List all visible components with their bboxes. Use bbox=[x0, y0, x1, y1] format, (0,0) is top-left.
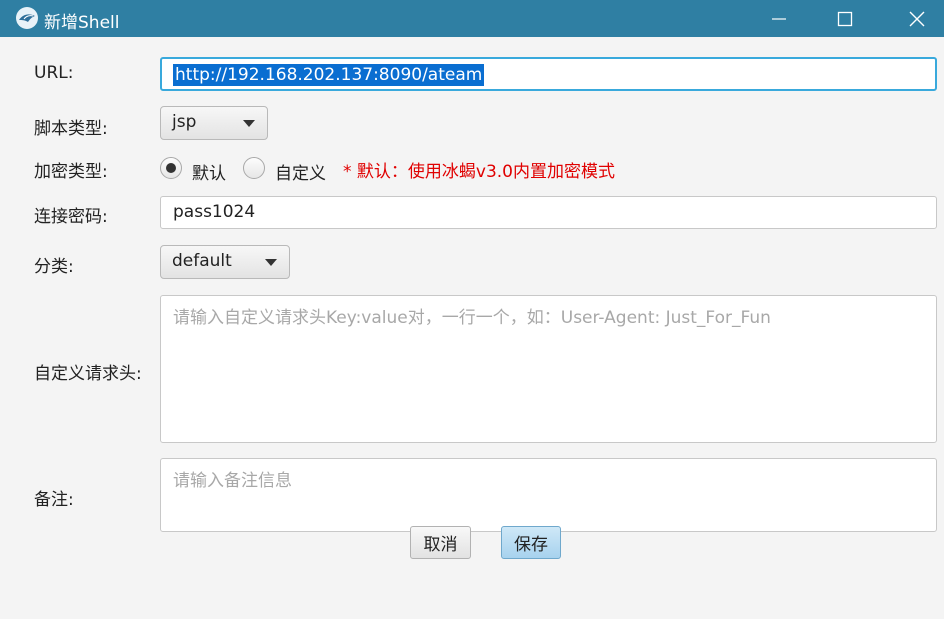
category-value: default bbox=[172, 251, 232, 271]
remark-textarea[interactable]: 请输入备注信息 bbox=[160, 458, 937, 532]
cancel-button[interactable]: 取消 bbox=[410, 526, 471, 559]
radio-default-label[interactable]: 默认 bbox=[192, 159, 226, 184]
password-input[interactable]: pass1024 bbox=[160, 196, 937, 229]
script-type-select[interactable]: jsp bbox=[160, 106, 268, 140]
close-button[interactable] bbox=[894, 0, 940, 37]
url-input[interactable]: http://192.168.202.137:8090/ateam bbox=[160, 57, 937, 91]
password-value: pass1024 bbox=[173, 202, 256, 222]
minimize-icon bbox=[772, 17, 786, 20]
category-label: 分类: bbox=[34, 257, 74, 277]
script-type-value: jsp bbox=[172, 112, 197, 132]
window-title: 新增Shell bbox=[44, 13, 120, 33]
minimize-button[interactable] bbox=[756, 0, 802, 37]
category-select[interactable]: default bbox=[160, 245, 290, 279]
chevron-down-icon bbox=[265, 259, 277, 266]
radio-default[interactable] bbox=[160, 157, 182, 179]
maximize-icon bbox=[837, 11, 853, 26]
url-label: URL: bbox=[34, 63, 74, 83]
title-bar: 新增Shell bbox=[0, 0, 944, 37]
remark-placeholder: 请输入备注信息 bbox=[173, 471, 292, 491]
encryption-note: * 默认：使用冰蝎v3.0内置加密模式 bbox=[343, 162, 615, 182]
encryption-type-label: 加密类型: bbox=[34, 162, 108, 182]
maximize-button[interactable] bbox=[822, 0, 868, 37]
dialog-content: URL: http://192.168.202.137:8090/ateam 脚… bbox=[0, 37, 944, 619]
script-type-label: 脚本类型: bbox=[34, 119, 108, 139]
remark-label: 备注: bbox=[34, 490, 74, 510]
app-logo-icon bbox=[16, 7, 38, 29]
chevron-down-icon bbox=[243, 120, 255, 127]
password-label: 连接密码: bbox=[34, 207, 108, 227]
close-icon bbox=[909, 11, 925, 26]
url-value: http://192.168.202.137:8090/ateam bbox=[173, 64, 485, 86]
save-button[interactable]: 保存 bbox=[501, 526, 561, 559]
custom-headers-placeholder: 请输入自定义请求头Key:value对，一行一个，如：User-Agent: J… bbox=[173, 308, 771, 328]
radio-custom[interactable] bbox=[243, 157, 265, 179]
custom-headers-textarea[interactable]: 请输入自定义请求头Key:value对，一行一个，如：User-Agent: J… bbox=[160, 295, 937, 443]
custom-headers-label: 自定义请求头: bbox=[34, 364, 142, 384]
radio-custom-label[interactable]: 自定义 bbox=[275, 159, 326, 184]
